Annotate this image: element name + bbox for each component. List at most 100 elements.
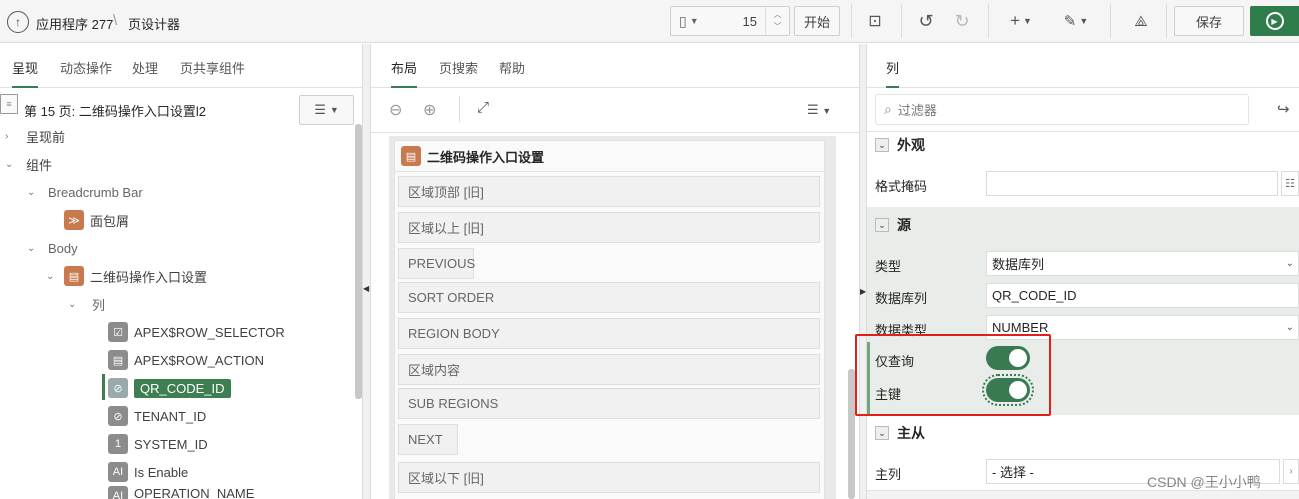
tree-before-render[interactable]: › 呈现前 xyxy=(5,122,65,150)
text-field-icon: AI xyxy=(108,486,128,499)
slot-region-content[interactable]: 区域内容 xyxy=(398,354,820,385)
lock-icon[interactable]: ⊡ xyxy=(862,8,888,34)
collapse-left-icon[interactable]: ◀ xyxy=(363,284,369,293)
filter-input[interactable]: ⌕ 过滤器 xyxy=(875,94,1249,125)
format-mask-input[interactable] xyxy=(986,171,1278,196)
undo-icon[interactable]: ↺ xyxy=(913,8,939,34)
type-value: 数据库列 xyxy=(992,257,1045,272)
page-designer-title: 页设计器 xyxy=(128,17,181,32)
chevron-down-icon: ⌄ xyxy=(46,270,55,282)
tree-column-row-selector[interactable]: ☑ APEX$ROW_SELECTOR xyxy=(108,318,285,346)
expand-icon[interactable]: ⤢ xyxy=(477,99,489,116)
tree-label-selected: QR_CODE_ID xyxy=(134,378,231,398)
tree-label: 面包屑 xyxy=(90,213,130,229)
app-title[interactable]: 应用程序 277 xyxy=(36,14,113,33)
tree-label: TENANT_ID xyxy=(134,408,207,424)
group-master-detail[interactable]: ⌄ 主从 xyxy=(867,416,1299,450)
tree-label: 列 xyxy=(92,297,106,313)
run-button[interactable]: ▶ xyxy=(1250,6,1299,36)
zoom-in-icon[interactable]: ⊕ xyxy=(423,100,436,120)
tab-column[interactable]: 列 xyxy=(886,58,900,88)
page-selector[interactable]: ▯ ▼ 15 ︿ ﹀ xyxy=(670,6,790,36)
breadcrumb-icon: ≫ xyxy=(64,210,84,230)
start-button[interactable]: 开始 xyxy=(794,6,840,36)
type-select[interactable]: 数据库列 ⌄ xyxy=(986,251,1299,276)
chevron-right-icon[interactable]: › xyxy=(1283,459,1299,484)
chevron-down-icon: ⌄ xyxy=(875,138,889,152)
tree-breadcrumb[interactable]: ≫ 面包屑 xyxy=(64,206,129,234)
tab-dynamic-actions[interactable]: 动态操作 xyxy=(60,58,112,77)
tab-help[interactable]: 帮助 xyxy=(499,58,525,77)
rendering-panel: 呈现 动态操作 处理 页共享组件 ≡ 第 15 页: 二维码操作入口设置l2 ☰… xyxy=(0,44,362,499)
slot-sub-regions[interactable]: SUB REGIONS xyxy=(398,388,820,419)
page-number-stepper[interactable]: ︿ ﹀ xyxy=(765,7,789,35)
group-appearance[interactable]: ⌄ 外观 xyxy=(867,128,1299,162)
goto-group-icon[interactable]: ↪ xyxy=(1277,100,1290,118)
tab-page-search[interactable]: 页搜索 xyxy=(439,58,478,77)
tab-rendering[interactable]: 呈现 xyxy=(12,58,39,88)
save-button[interactable]: 保存 xyxy=(1174,6,1244,36)
group-title: 源 xyxy=(897,217,911,233)
db-column-input[interactable]: QR_CODE_ID xyxy=(986,283,1299,308)
number-field-icon: 1 xyxy=(108,434,128,454)
page-icon: ≡ xyxy=(0,94,18,114)
type-label: 类型 xyxy=(875,259,902,274)
tree-columns[interactable]: ⌄ 列 xyxy=(68,290,106,318)
redo-icon[interactable]: ↻ xyxy=(949,8,975,34)
tree-label: Breadcrumb Bar xyxy=(48,184,143,200)
page-number-input[interactable]: 15 xyxy=(743,14,757,29)
tree-label: 二维码操作入口设置 xyxy=(90,269,208,285)
tab-processing[interactable]: 处理 xyxy=(132,58,158,77)
tree-breadcrumb-bar[interactable]: ⌄ Breadcrumb Bar xyxy=(27,178,143,206)
region-icon: ▤ xyxy=(64,266,84,286)
tree-components[interactable]: ⌄ 组件 xyxy=(5,150,52,178)
chevron-down-icon: ⌄ xyxy=(1285,322,1294,333)
watermark: CSDN @王小小鸭 xyxy=(1147,474,1261,490)
page-icon: ▯ xyxy=(679,12,687,29)
up-arrow-icon[interactable]: ↑ xyxy=(7,11,29,33)
master-column-label: 主列 xyxy=(875,467,902,482)
tree-region[interactable]: ⌄ ▤ 二维码操作入口设置 xyxy=(46,262,208,290)
tree-label: APEX$ROW_SELECTOR xyxy=(134,324,285,340)
clipboard-icon: ▤ xyxy=(108,350,128,370)
scrollbar[interactable] xyxy=(848,369,855,499)
tree-column-operation-name[interactable]: AI OPERATION_NAME xyxy=(108,486,254,499)
chevron-down-icon: ⌄ xyxy=(875,426,889,440)
slot-above-region[interactable]: 区域以上 [旧] xyxy=(398,212,820,243)
chevron-down-icon: ▼ xyxy=(689,16,699,26)
tree-column-row-action[interactable]: ▤ APEX$ROW_ACTION xyxy=(108,346,264,374)
collapse-right-icon[interactable]: ▶ xyxy=(860,287,866,296)
wrench-icon[interactable]: ✎ ▼ xyxy=(1058,8,1094,34)
slot-below-region[interactable]: 区域以下 [旧] xyxy=(398,462,820,493)
layout-panel: 布局 页搜索 帮助 ⊖ ⊕ ⤢ ☰ ▼ ▤ 二维码操作入口设置 区域顶部 [旧]… xyxy=(371,44,859,499)
region-header[interactable]: ▤ 二维码操作入口设置 xyxy=(394,140,825,172)
tree-column-tenant-id[interactable]: ⊘ TENANT_ID xyxy=(108,402,206,430)
tree-label: APEX$ROW_ACTION xyxy=(134,352,265,368)
slot-region-top[interactable]: 区域顶部 [旧] xyxy=(398,176,820,207)
tree-column-qr-code-id[interactable]: ⊘ QR_CODE_ID xyxy=(108,374,231,402)
scrollbar[interactable] xyxy=(355,124,362,399)
chevron-down-icon: ⌄ xyxy=(1285,258,1294,269)
db-column-label: 数据库列 xyxy=(875,291,928,306)
tree-column-system-id[interactable]: 1 SYSTEM_ID xyxy=(108,430,208,458)
tree-body[interactable]: ⌄ Body xyxy=(27,234,78,262)
tree-menu-button[interactable]: ☰ ▼ xyxy=(299,95,354,125)
slot-previous[interactable]: PREVIOUS xyxy=(398,248,475,279)
slot-next[interactable]: NEXT xyxy=(398,424,458,455)
slot-sort-order[interactable]: SORT ORDER xyxy=(398,282,820,313)
chevron-down-icon: ⌄ xyxy=(27,186,36,198)
zoom-out-icon[interactable]: ⊖ xyxy=(389,100,402,120)
slot-region-body[interactable]: REGION BODY xyxy=(398,318,820,349)
top-toolbar: ↑ 应用程序 277 \ 页设计器 ▯ ▼ 15 ︿ ﹀ 开始 ⊡ ↺ ↻ + ▼ … xyxy=(0,0,1299,43)
layout-menu-icon[interactable]: ☰ ▼ xyxy=(807,102,831,118)
group-source[interactable]: ⌄ 源 xyxy=(867,208,1299,242)
list-icon[interactable]: ☷ xyxy=(1281,171,1299,196)
shared-components-icon[interactable]: ⟁ xyxy=(1128,8,1154,34)
right-splitter[interactable]: ▶ xyxy=(859,44,867,499)
add-icon[interactable]: + ▼ xyxy=(1004,8,1038,34)
tab-shared-components[interactable]: 页共享组件 xyxy=(180,58,245,77)
left-splitter[interactable]: ◀ xyxy=(362,44,371,499)
tab-layout[interactable]: 布局 xyxy=(391,58,418,88)
tree-column-is-enable[interactable]: AI Is Enable xyxy=(108,458,188,486)
checkbox-icon: ☑ xyxy=(108,322,128,342)
